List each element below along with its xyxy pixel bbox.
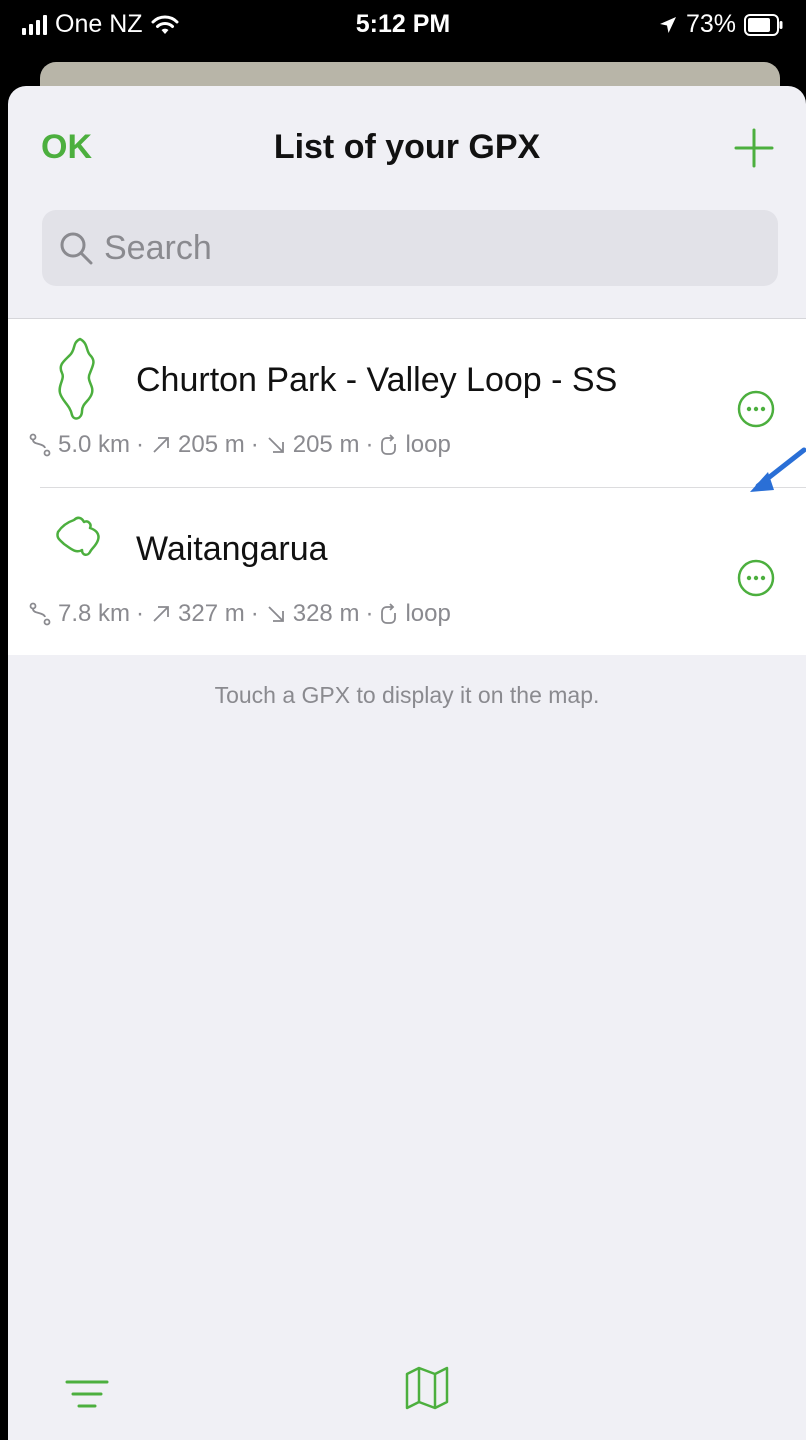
loop-icon	[381, 434, 397, 455]
separator-dot: ·	[136, 431, 145, 458]
list-icon[interactable]	[64, 1374, 110, 1414]
hint-text: Touch a GPX to display it on the map.	[214, 682, 600, 708]
gpx-list-item[interactable]: Waitangarua 7.8 km · 327 m · 328 m · loo…	[29, 487, 806, 655]
track-ascent: 205 m	[178, 431, 245, 458]
more-options-icon[interactable]	[736, 558, 776, 598]
track-name: Waitangarua	[136, 530, 328, 568]
battery-icon	[744, 13, 783, 36]
ascent-arrow-icon	[153, 606, 169, 622]
status-bar: One NZ 5:12 PM 73%	[0, 0, 806, 58]
add-icon[interactable]	[732, 126, 776, 170]
location-arrow-icon	[659, 16, 676, 33]
navigation-bar: OK List of your GPX	[8, 86, 806, 206]
map-icon[interactable]	[402, 1362, 452, 1412]
descent-arrow-icon	[268, 606, 284, 622]
track-name: Churton Park - Valley Loop - SS	[136, 361, 618, 399]
descent-arrow-icon	[268, 437, 284, 453]
gpx-list: Churton Park - Valley Loop - SS 5.0 km ·	[8, 319, 806, 655]
more-options-icon[interactable]	[736, 389, 776, 429]
search-input[interactable]	[104, 228, 764, 268]
track-descent: 328 m	[292, 600, 360, 627]
search-icon	[60, 232, 93, 265]
separator-dot: ·	[250, 600, 259, 627]
track-distance: 5.0 km	[58, 431, 131, 458]
separator-dot: ·	[136, 600, 145, 627]
track-shape-icon	[58, 337, 95, 420]
track-stats: 5.0 km · 205 m · 205 m · loop	[28, 431, 451, 459]
track-shape-icon	[56, 516, 100, 556]
ascent-arrow-icon	[153, 437, 169, 453]
search-bar[interactable]	[42, 210, 778, 286]
track-stats: 7.8 km · 327 m · 328 m · loop	[28, 600, 451, 628]
route-icon	[29, 433, 51, 457]
separator-dot: ·	[250, 431, 259, 458]
loop-icon	[381, 603, 397, 624]
page-title: List of your GPX	[273, 128, 541, 166]
track-type: loop	[405, 431, 451, 458]
separator-dot: ·	[365, 600, 374, 627]
track-descent: 205 m	[292, 431, 360, 458]
route-icon	[29, 602, 51, 626]
gpx-list-sheet: OK List of your GPX Churton Park -	[8, 86, 806, 1440]
track-type: loop	[405, 600, 451, 627]
separator-dot: ·	[365, 431, 374, 458]
track-ascent: 327 m	[178, 600, 245, 627]
annotation-arrow-icon	[750, 447, 806, 492]
app-screen: One NZ 5:12 PM 73% OK List of your GPX S…	[0, 0, 806, 1440]
track-distance: 7.8 km	[58, 600, 131, 627]
gpx-list-item[interactable]: Churton Park - Valley Loop - SS 5.0 km ·	[8, 319, 806, 487]
battery-percent: 73%	[685, 10, 736, 38]
status-right: 73%	[658, 10, 784, 39]
